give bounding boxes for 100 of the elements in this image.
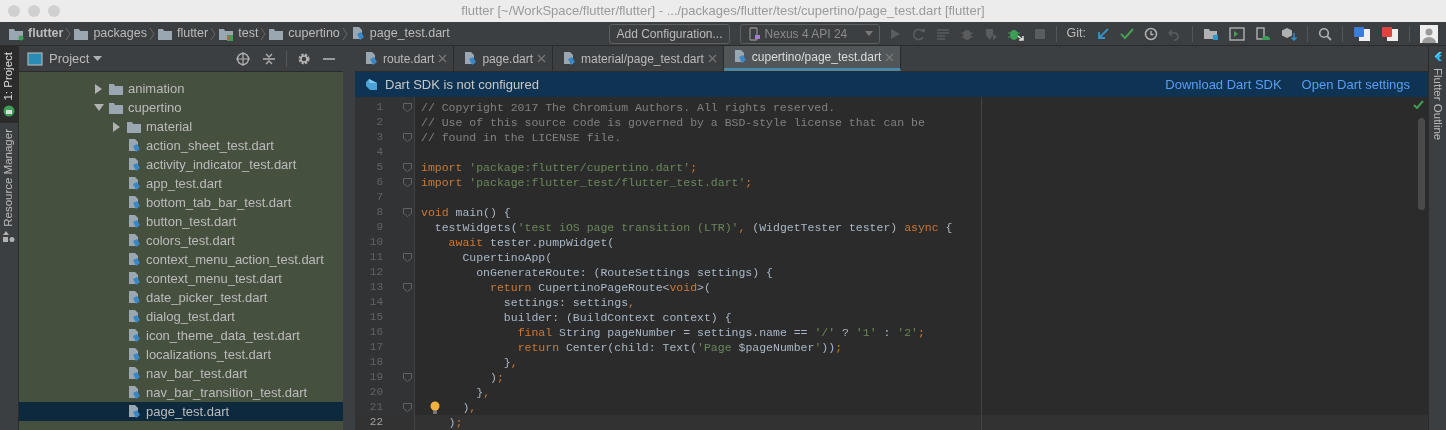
lightbulb-icon[interactable]	[430, 401, 440, 414]
collapse-all-icon[interactable]	[262, 51, 276, 66]
tree-item[interactable]: action_sheet_test.dart	[19, 136, 343, 155]
settings-icon[interactable]	[297, 51, 311, 66]
editor-tab[interactable]: route.dart	[355, 46, 455, 71]
device-android-icon[interactable]	[1255, 26, 1271, 41]
dart-file-icon	[126, 156, 142, 173]
project-window-icon	[27, 51, 43, 66]
clock-icon[interactable]	[1144, 26, 1158, 41]
code-line: CupertinoApp(	[462, 249, 553, 266]
close-icon[interactable]	[707, 54, 717, 63]
fold-icon[interactable]	[403, 178, 412, 187]
close-icon[interactable]	[438, 54, 448, 63]
close-icon[interactable]	[537, 54, 547, 63]
editor-tab[interactable]: cupertino/page_test.dart	[723, 46, 902, 71]
banner-message: Dart SDK is not configured	[385, 75, 539, 94]
tree-item[interactable]: nav_bar_transition_test.dart	[19, 383, 343, 402]
dart-file-icon	[462, 50, 479, 67]
fold-icon[interactable]	[403, 103, 412, 112]
tree-item[interactable]: page_test.dart	[19, 402, 343, 421]
close-icon[interactable]	[885, 52, 895, 62]
tree-item[interactable]: nav_bar_test.dart	[19, 364, 343, 383]
shapes-icon	[3, 230, 15, 243]
breadcrumb[interactable]: cupertino	[266, 24, 342, 43]
close-window-button[interactable]	[8, 5, 20, 17]
tree-item[interactable]: bottom_tab_bar_test.dart	[19, 193, 343, 212]
package-download-icon[interactable]	[1281, 26, 1297, 41]
locate-icon[interactable]	[236, 51, 250, 66]
tree-item[interactable]: date_picker_test.dart	[19, 288, 343, 307]
tree-item[interactable]: dialog_test.dart	[19, 307, 343, 326]
breadcrumb[interactable]: packages	[71, 24, 149, 43]
rerun-icon[interactable]	[911, 26, 926, 41]
translate-icon[interactable]	[1381, 25, 1399, 42]
tree-item[interactable]: cupertino	[19, 98, 343, 117]
banner-link[interactable]: Open Dart settings	[1301, 74, 1410, 95]
dart-file-icon	[126, 308, 142, 325]
device-dropdown[interactable]: Nexus 4 API 24	[739, 23, 880, 44]
code-line: return Center(child: Text('Page $pageNumber'));	[517, 339, 843, 356]
code-line: );	[448, 414, 463, 430]
tree-item[interactable]: app_test.dart	[19, 174, 343, 193]
stop-icon[interactable]	[1033, 27, 1046, 40]
phone-icon	[746, 26, 761, 41]
code-line: settings: settings,	[503, 294, 635, 311]
dart-logo-icon	[365, 77, 379, 92]
tree-item[interactable]: icon_theme_data_test.dart	[19, 326, 343, 345]
side-tab[interactable]: Resource Manager	[0, 122, 19, 249]
dart-file-icon	[126, 213, 142, 230]
dart-file-icon	[126, 384, 142, 401]
tree-item[interactable]: animation	[19, 79, 343, 98]
dart-file-icon	[126, 365, 142, 382]
zoom-window-button[interactable]	[48, 5, 60, 17]
shield-play-icon[interactable]	[983, 26, 998, 41]
translate-icon[interactable]	[1353, 25, 1371, 42]
tree-item[interactable]: context_menu_action_test.dart	[19, 250, 343, 269]
breadcrumb[interactable]: flutter	[154, 24, 211, 43]
arrow-down-left-icon[interactable]	[1096, 26, 1110, 41]
dart-file-icon	[126, 137, 142, 154]
fold-icon[interactable]	[403, 208, 412, 217]
terminal-window-icon[interactable]	[1229, 26, 1245, 41]
fold-icon[interactable]	[403, 133, 412, 142]
breadcrumb[interactable]: page_test.dart	[347, 24, 452, 43]
side-tab[interactable]: 1: Project	[0, 46, 19, 123]
checkmark-icon[interactable]	[1120, 26, 1134, 41]
tree-item[interactable]: button_test.dart	[19, 212, 343, 231]
search-icon[interactable]	[1318, 26, 1332, 41]
code-line: onGenerateRoute: (RouteSettings settings) {	[476, 264, 773, 281]
folder-grid-icon[interactable]	[1203, 26, 1219, 41]
chevron-right-icon	[260, 27, 267, 40]
breadcrumb[interactable]: test	[216, 24, 261, 43]
tree-item[interactable]: colors_test.dart	[19, 231, 343, 250]
add-configuration-button[interactable]: Add Configuration...	[609, 23, 730, 44]
banner-link[interactable]: Download Dart SDK	[1165, 74, 1282, 95]
dart-file-icon	[363, 50, 379, 67]
dart-file-icon	[126, 232, 142, 249]
side-tab[interactable]: Flutter Outline	[1428, 68, 1446, 141]
fold-icon[interactable]	[403, 253, 412, 262]
collapsed-arrow-icon[interactable]	[112, 121, 122, 132]
undo-icon[interactable]	[1168, 26, 1182, 41]
collapsed-arrow-icon[interactable]	[94, 83, 104, 94]
editor-tab[interactable]: material/page_test.dart	[553, 46, 724, 71]
fold-icon[interactable]	[403, 163, 412, 172]
breadcrumb[interactable]: flutter	[6, 24, 66, 43]
code-line: ),	[462, 399, 477, 416]
tree-item[interactable]: material	[19, 117, 343, 136]
expanded-arrow-icon[interactable]	[94, 103, 104, 112]
project-view-dropdown[interactable]: Project	[49, 48, 90, 69]
minimize-window-button[interactable]	[28, 5, 40, 17]
editor-tab[interactable]: page.dart	[454, 46, 554, 71]
dropdown-caret-icon[interactable]	[93, 56, 103, 61]
window-title: flutter [~/WorkSpace/flutter/flutter] - .../packages/flutter/test/cupertino/page_test.dart [flutter]	[460, 2, 986, 21]
fold-icon[interactable]	[403, 283, 412, 292]
tree-item[interactable]: localizations_test.dart	[19, 345, 343, 364]
fold-icon[interactable]	[403, 403, 412, 412]
tree-item[interactable]: context_menu_test.dart	[19, 269, 343, 288]
line-number: 22	[368, 415, 383, 430]
fold-icon[interactable]	[403, 373, 412, 382]
user-avatar-icon[interactable]	[1420, 24, 1438, 43]
tree-item[interactable]: activity_indicator_test.dart	[19, 155, 343, 174]
scrollbar-thumb[interactable]	[1418, 118, 1425, 210]
code-line: },	[476, 384, 491, 401]
